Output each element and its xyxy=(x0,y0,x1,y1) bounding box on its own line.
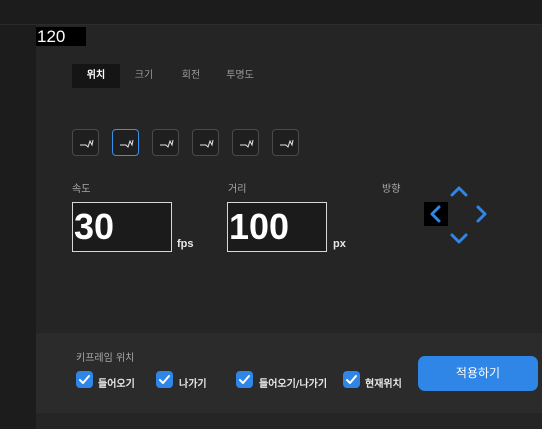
checkbox-enter[interactable] xyxy=(76,371,93,388)
checkbox-exit-label: 나가기 xyxy=(179,379,207,390)
tab-rotation[interactable]: 회전 xyxy=(174,64,208,88)
ease-curve-icon xyxy=(120,139,134,148)
speed-input[interactable]: 30 xyxy=(72,202,172,252)
checkbox-current-label: 현재위치 xyxy=(365,379,402,390)
check-icon xyxy=(159,375,170,384)
check-icon xyxy=(239,375,250,384)
easing-button-3[interactable] xyxy=(152,129,179,156)
arrow-right-icon[interactable] xyxy=(474,203,490,229)
checkbox-enter-label: 들어오기 xyxy=(98,379,135,390)
easing-button-6[interactable] xyxy=(272,129,299,156)
checkbox-current[interactable] xyxy=(343,371,360,388)
easing-button-5[interactable] xyxy=(232,129,259,156)
tab-position[interactable]: 위치 xyxy=(72,64,120,88)
speed-label: 속도 xyxy=(72,184,91,195)
tab-size[interactable]: 크기 xyxy=(127,64,161,88)
checkbox-enter-exit-label: 들어오기/나가기 xyxy=(259,379,328,390)
distance-unit: px xyxy=(333,238,346,250)
easing-button-4[interactable] xyxy=(192,129,219,156)
distance-label: 거리 xyxy=(228,184,247,195)
check-icon xyxy=(346,375,357,384)
tab-opacity[interactable]: 투명도 xyxy=(218,64,262,88)
animation-panel-root: 120 위치 크기 회전 투명도 속도 30 fps 거리 100 px 방향 xyxy=(0,0,542,429)
arrow-down-icon[interactable] xyxy=(449,231,469,250)
frame-counter: 120 xyxy=(36,27,86,46)
check-icon xyxy=(79,375,90,384)
ease-curve-icon xyxy=(240,139,254,148)
apply-button[interactable]: 적용하기 xyxy=(418,356,538,391)
keyframe-position-label: 키프레임 위치 xyxy=(76,353,135,364)
arrow-up-icon[interactable] xyxy=(449,183,469,202)
checkbox-exit[interactable] xyxy=(156,371,173,388)
distance-input[interactable]: 100 xyxy=(227,202,327,252)
ease-curve-icon xyxy=(200,139,214,148)
checkbox-enter-exit[interactable] xyxy=(236,371,253,388)
easing-button-2[interactable] xyxy=(112,129,139,156)
ease-curve-icon xyxy=(160,139,174,148)
direction-label: 방향 xyxy=(382,184,401,195)
ease-curve-icon xyxy=(280,139,294,148)
panel-footer xyxy=(36,413,542,429)
arrow-left-icon[interactable] xyxy=(424,202,448,226)
speed-unit: fps xyxy=(177,238,194,250)
ease-curve-icon xyxy=(80,139,94,148)
easing-button-1[interactable] xyxy=(72,129,99,156)
